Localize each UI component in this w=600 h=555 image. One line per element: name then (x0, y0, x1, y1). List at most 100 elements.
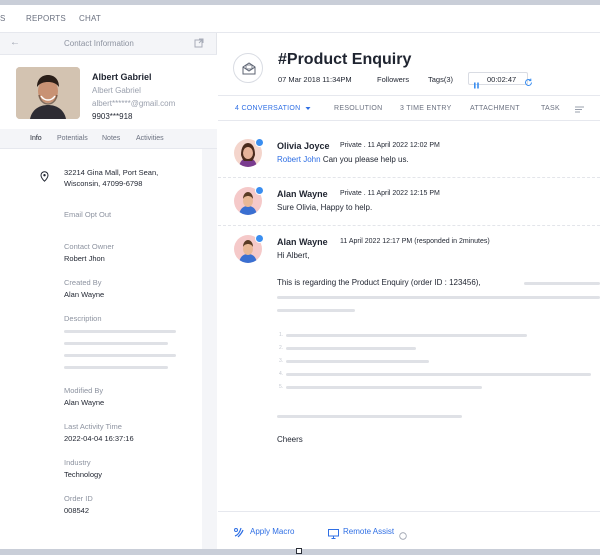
list-placeholder-line (286, 360, 429, 363)
location-pin-icon (40, 169, 49, 187)
list-bullet: 1. (279, 332, 284, 338)
channel-badge-icon (255, 138, 264, 147)
contact-details: 32214 Gina Mall, Port Sean, Wisconsin, 4… (0, 149, 202, 549)
ticket-channel-badge (233, 53, 263, 83)
list-placeholder-line (286, 334, 527, 337)
tab-time-entry[interactable]: 3 TIME ENTRY (400, 105, 452, 112)
field-label: Contact Owner (64, 242, 115, 251)
message-meta: 11 April 2022 12:17 PM (responded in 2mi… (340, 238, 490, 245)
info-icon[interactable] (399, 527, 407, 545)
channel-badge-icon (255, 234, 264, 243)
details-scrollbar[interactable] (202, 149, 217, 549)
message-text: Sure Olivia, Happy to help. (277, 203, 373, 212)
text-placeholder-line (277, 415, 462, 418)
message-divider (218, 225, 600, 226)
field-value: 2022-04-04 16:37:16 (64, 434, 134, 443)
description-placeholder-line (64, 342, 168, 345)
message-divider (218, 177, 600, 178)
message-author: Alan Wayne (277, 189, 328, 199)
avatar (16, 67, 80, 119)
tab-notes[interactable]: Notes (102, 135, 120, 142)
description-placeholder-line (64, 330, 176, 333)
contact-subname: Albert Gabriel (92, 86, 141, 95)
address: 32214 Gina Mall, Port Sean, Wisconsin, 4… (64, 167, 158, 189)
email-opt-out-label: Email Opt Out (64, 210, 112, 219)
time-tracker: 00:02:47 (468, 72, 528, 89)
contact-tabs: Info Potentials Notes Activities (0, 129, 217, 149)
contact-panel-title: Contact Information (64, 39, 134, 48)
field-label: Last Activity Time (64, 422, 122, 431)
message-meta: Private . 11 April 2022 12:15 PM (340, 190, 440, 197)
message-greeting: Hi Albert, (277, 251, 310, 260)
field-value: Technology (64, 470, 102, 479)
tags-link[interactable]: Tags(3) (428, 75, 453, 84)
top-navigation: S REPORTS CHAT (0, 5, 600, 33)
popout-icon[interactable] (194, 38, 204, 51)
conversation-thread: Olivia Joyce Private . 11 April 2022 12:… (218, 121, 600, 511)
followers-link[interactable]: Followers (377, 75, 409, 84)
tab-potentials[interactable]: Potentials (57, 135, 88, 142)
nav-item-s[interactable]: S (0, 14, 6, 23)
message-text: Can you please help us. (322, 155, 409, 164)
tab-resolution[interactable]: RESOLUTION (334, 105, 383, 112)
ticket-tabs: 4 CONVERSATION RESOLUTION 3 TIME ENTRY A… (218, 95, 600, 121)
field-label: Description (64, 314, 102, 323)
field-label: Order ID (64, 494, 93, 503)
back-arrow-icon[interactable]: ← (10, 38, 20, 48)
list-placeholder-line (286, 373, 591, 376)
remote-assist-button[interactable]: Remote Assist (343, 527, 394, 536)
ticket-footer: Apply Macro Remote Assist (218, 511, 600, 549)
timer-value: 00:02:47 (487, 75, 517, 84)
message-closing: Cheers (277, 435, 303, 444)
tab-conversation[interactable]: 4 CONVERSATION (235, 105, 301, 112)
text-placeholder-line (524, 282, 600, 285)
tab-attachment[interactable]: ATTACHMENT (470, 105, 520, 112)
nav-item-reports[interactable]: REPORTS (26, 14, 66, 23)
address-line-1: 32214 Gina Mall, Port Sean, (64, 168, 159, 177)
nav-item-chat[interactable]: CHAT (79, 14, 101, 23)
contact-phone[interactable]: 9903***918 (92, 112, 132, 121)
contact-panel: ← Contact Information Albert Gabriel Alb… (0, 33, 217, 549)
pause-icon[interactable] (473, 76, 480, 94)
list-placeholder-line (286, 347, 416, 350)
tab-task[interactable]: TASK (541, 105, 560, 112)
monitor-icon (328, 526, 339, 544)
refresh-icon[interactable] (524, 74, 533, 92)
message-text: This is regarding the Product Enquiry (o… (277, 278, 481, 287)
tab-activities[interactable]: Activities (136, 135, 164, 142)
contact-email[interactable]: albert******@gmail.com (92, 99, 175, 108)
envelope-icon (241, 62, 257, 81)
tab-info[interactable]: Info (30, 135, 42, 142)
address-line-2: Wisconsin, 47099-6798 (64, 179, 143, 188)
list-bullet: 4. (279, 371, 284, 377)
macro-icon (233, 525, 245, 543)
resize-handle[interactable] (296, 548, 302, 554)
message-author: Olivia Joyce (277, 141, 330, 151)
message-author: Alan Wayne (277, 237, 328, 247)
app-window: S REPORTS CHAT ← Contact Information Alb… (0, 5, 600, 549)
text-placeholder-line (277, 309, 355, 312)
list-placeholder-line (286, 386, 482, 389)
list-bullet: 3. (279, 358, 284, 364)
ticket-date: 07 Mar 2018 11:34PM (278, 75, 352, 84)
message-meta: Private . 11 April 2022 12:02 PM (340, 142, 440, 149)
field-label: Created By (64, 278, 102, 287)
text-placeholder-line (277, 296, 600, 299)
field-value: Alan Wayne (64, 290, 105, 299)
ticket-panel: #Product Enquiry 07 Mar 2018 11:34PM Fol… (218, 33, 600, 549)
field-value: Alan Wayne (64, 398, 105, 407)
menu-lines-icon[interactable] (575, 106, 584, 115)
list-bullet: 5. (279, 384, 284, 390)
contact-profile: Albert Gabriel Albert Gabriel albert****… (0, 55, 217, 129)
apply-macro-button[interactable]: Apply Macro (250, 527, 294, 536)
mention-link[interactable]: Robert John (277, 155, 321, 164)
contact-panel-header: ← Contact Information (0, 33, 217, 55)
list-bullet: 2. (279, 345, 284, 351)
message-body: Robert John Can you please help us. (277, 155, 409, 164)
field-label: Industry (64, 458, 91, 467)
chevron-down-icon[interactable] (305, 106, 311, 113)
description-placeholder-line (64, 366, 168, 369)
description-placeholder-line (64, 354, 176, 357)
field-value: 008542 (64, 506, 90, 515)
field-label: Modified By (64, 386, 104, 395)
